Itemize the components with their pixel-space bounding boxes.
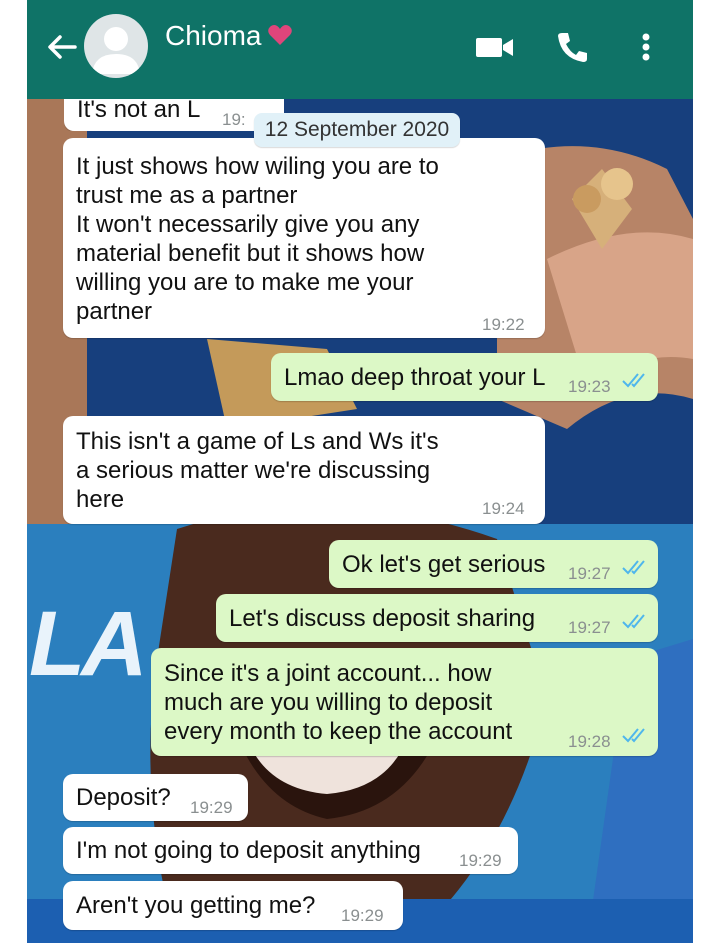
message-time: 19:	[222, 110, 246, 129]
message-text: Lmao deep throat your L	[284, 364, 546, 391]
message-time: 19:27	[568, 564, 611, 583]
wallpaper-text: LA	[29, 593, 148, 695]
message-time: 19:27	[568, 618, 611, 637]
chat-header: Chioma	[27, 0, 693, 99]
message-text: Ok let's get serious	[342, 551, 546, 578]
read-ticks-icon	[622, 560, 645, 575]
avatar[interactable]	[84, 14, 148, 78]
message-bubble-incoming[interactable]: This isn't a game of Ls and Ws it's a se…	[63, 416, 545, 524]
video-call-icon[interactable]	[474, 30, 516, 64]
message-text: Since it's a joint account... how much a…	[164, 660, 513, 745]
chat-screen: LA Chioma It's not an L 19: 12 September…	[27, 0, 693, 943]
message-text: Let's discuss deposit sharing	[229, 605, 536, 632]
message-time: 19:28	[568, 732, 611, 751]
phone-icon[interactable]	[554, 30, 590, 64]
contact-name: Chioma	[165, 20, 262, 51]
arrow-left-icon[interactable]	[45, 30, 79, 64]
message-bubble-incoming[interactable]: Aren't you getting me? 19:29	[63, 881, 403, 930]
person-icon	[92, 27, 140, 74]
message-bubble-outgoing[interactable]: Let's discuss deposit sharing 19:27	[216, 594, 658, 642]
message-time: 19:23	[568, 377, 611, 396]
contact-name-row[interactable]: Chioma	[165, 20, 293, 54]
message-text: Aren't you getting me?	[76, 892, 316, 919]
date-separator: 12 September 2020	[254, 113, 460, 147]
message-bubble-outgoing[interactable]: Since it's a joint account... how much a…	[151, 648, 658, 756]
message-time: 19:22	[482, 315, 525, 334]
message-bubble-incoming[interactable]: I'm not going to deposit anything 19:29	[63, 827, 518, 874]
heart-icon	[267, 22, 293, 54]
message-bubble-outgoing[interactable]: Lmao deep throat your L 19:23	[271, 353, 658, 401]
message-text: I'm not going to deposit anything	[76, 837, 421, 864]
message-time: 19:29	[341, 906, 384, 925]
read-ticks-icon	[622, 728, 645, 743]
message-bubble-incoming[interactable]: It's not an L 19:	[64, 99, 284, 131]
message-text: Deposit?	[76, 784, 171, 811]
message-time: 19:24	[482, 499, 525, 518]
read-ticks-icon	[622, 373, 645, 388]
message-clipped: It's not an L 19:	[64, 99, 284, 131]
message-text: It's not an L	[77, 99, 201, 123]
screenshot-frame: LA Chioma It's not an L 19: 12 September…	[0, 0, 720, 943]
message-text: It just shows how wiling you are to trus…	[76, 153, 439, 325]
message-time: 19:29	[190, 798, 233, 817]
message-bubble-outgoing[interactable]: Ok let's get serious 19:27	[329, 540, 658, 588]
message-text: This isn't a game of Ls and Ws it's a se…	[76, 428, 439, 513]
message-bubble-incoming[interactable]: Deposit? 19:29	[63, 774, 248, 821]
message-time: 19:29	[459, 851, 502, 870]
message-bubble-incoming[interactable]: It just shows how wiling you are to trus…	[63, 138, 545, 338]
read-ticks-icon	[622, 614, 645, 629]
more-vert-icon[interactable]	[638, 30, 654, 64]
